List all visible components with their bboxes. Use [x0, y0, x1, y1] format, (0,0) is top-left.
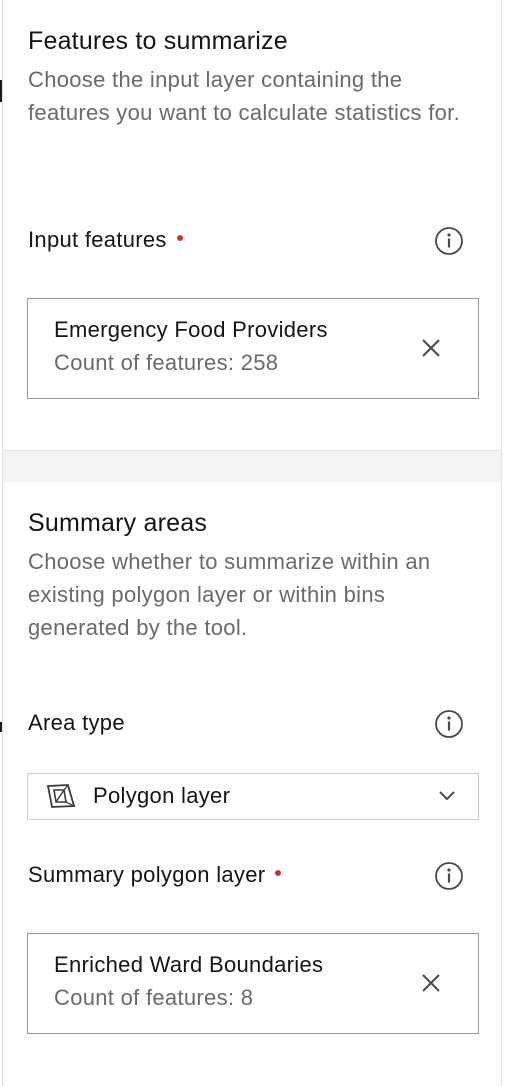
area-type-value: Polygon layer	[93, 783, 231, 808]
close-icon[interactable]	[420, 337, 442, 359]
summary-polygon-layer-card[interactable]: Enriched Ward Boundaries Count of featur…	[27, 933, 479, 1034]
info-icon[interactable]	[434, 226, 464, 256]
chevron-down-icon	[439, 791, 455, 801]
area-type-label-row: Area type	[28, 706, 478, 746]
features-to-summarize-section: Features to summarize Choose the input l…	[3, 0, 501, 451]
input-features-label: Input features	[28, 227, 183, 253]
area-type-select[interactable]: Polygon layer	[27, 773, 479, 820]
polygon-layer-icon	[46, 784, 76, 808]
info-icon[interactable]	[434, 709, 464, 739]
section-title: Features to summarize	[28, 27, 288, 55]
section-description: Choose the input layer containing the fe…	[28, 67, 461, 125]
required-indicator	[275, 870, 282, 876]
summary-polygon-label-row: Summary polygon layer	[28, 858, 478, 898]
section-description: Choose whether to summarize within an ex…	[28, 549, 431, 640]
analysis-tool-panel: Features to summarize Choose the input l…	[2, 0, 502, 1086]
input-features-label-row: Input features	[28, 223, 478, 263]
summary-polygon-layer-label: Summary polygon layer	[28, 862, 282, 888]
section-divider	[3, 451, 501, 482]
input-layer-name: Emergency Food Providers	[54, 317, 328, 342]
info-icon[interactable]	[434, 861, 464, 891]
section-title: Summary areas	[28, 509, 208, 537]
input-layer-count: Count of features: 258	[54, 350, 279, 375]
close-icon[interactable]	[420, 972, 442, 994]
polygon-layer-name: Enriched Ward Boundaries	[54, 952, 324, 977]
input-layer-card[interactable]: Emergency Food Providers Count of featur…	[27, 298, 479, 399]
polygon-layer-count: Count of features: 8	[54, 985, 254, 1010]
area-type-label: Area type	[28, 710, 125, 735]
required-indicator	[176, 235, 183, 241]
summary-areas-section: Summary areas Choose whether to summariz…	[3, 482, 501, 1086]
